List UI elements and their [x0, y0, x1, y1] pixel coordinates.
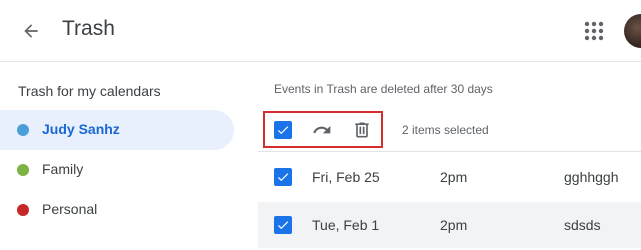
- sidebar-item-label: Personal: [42, 201, 98, 217]
- sidebar-item-family[interactable]: Family: [0, 150, 234, 190]
- sidebar-item-label: Judy Sanhz: [42, 121, 120, 137]
- sidebar: Trash for my calendars Judy Sanhz Family…: [0, 63, 250, 250]
- event-time: 2pm: [440, 217, 468, 233]
- trash-retention-note: Events in Trash are deleted after 30 day…: [274, 82, 493, 96]
- restore-button[interactable]: [312, 120, 332, 140]
- arrow-back-icon: [24, 24, 38, 38]
- avatar[interactable]: [624, 14, 641, 48]
- sidebar-item-personal[interactable]: Personal: [0, 190, 234, 230]
- row-checkbox[interactable]: [274, 168, 292, 186]
- calendar-color-dot: [17, 204, 29, 216]
- selected-count: 2 items selected: [402, 123, 489, 137]
- top-app-bar: Trash: [0, 0, 641, 62]
- google-apps-icon: [584, 21, 604, 41]
- sidebar-heading: Trash for my calendars: [18, 83, 161, 99]
- event-title: gghhggh: [564, 169, 619, 185]
- sidebar-item-judy-sanhz[interactable]: Judy Sanhz: [0, 110, 234, 150]
- select-all-checkbox[interactable]: [274, 121, 292, 139]
- calendar-color-dot: [17, 164, 29, 176]
- undo-icon: [313, 125, 331, 134]
- delete-forever-button[interactable]: [352, 119, 372, 141]
- table-row[interactable]: Fri, Feb 25 2pm gghhggh: [258, 154, 641, 200]
- google-apps-button[interactable]: [580, 17, 608, 45]
- divider: [258, 151, 641, 152]
- event-date: Tue, Feb 1: [312, 217, 380, 233]
- checkbox-checked-icon: [277, 221, 289, 230]
- event-title: sdsds: [564, 217, 601, 233]
- back-button[interactable]: [14, 14, 48, 48]
- checkbox-checked-icon: [277, 173, 289, 182]
- page-title: Trash: [62, 17, 115, 40]
- sidebar-item-label: Family: [42, 161, 84, 177]
- table-row[interactable]: Tue, Feb 1 2pm sdsds: [258, 202, 641, 248]
- row-checkbox[interactable]: [274, 216, 292, 234]
- calendar-color-dot: [17, 124, 29, 136]
- trash-main: Events in Trash are deleted after 30 day…: [258, 63, 641, 250]
- event-date: Fri, Feb 25: [312, 169, 380, 185]
- event-time: 2pm: [440, 169, 468, 185]
- checkbox-checked-icon: [277, 126, 289, 135]
- trash-icon: [355, 122, 369, 138]
